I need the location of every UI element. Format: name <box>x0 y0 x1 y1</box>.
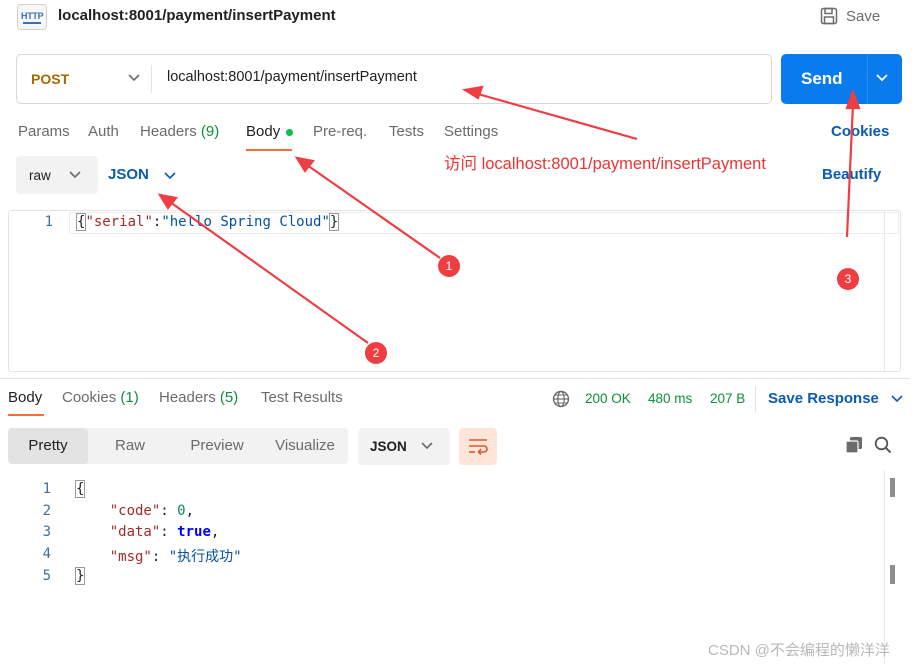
response-tab-cookies[interactable]: Cookies (1) <box>62 389 139 406</box>
response-format-label: JSON <box>370 439 407 454</box>
chevron-down-icon <box>69 171 81 179</box>
save-icon <box>820 7 838 25</box>
code-line: {"serial":"hello Spring Cloud"} <box>75 213 340 231</box>
body-mode-label: raw <box>29 168 51 183</box>
annotation-note: 访问 localhost:8001/payment/insertPayment <box>444 155 766 173</box>
response-view-modes: Pretty Raw Preview Visualize <box>8 428 348 464</box>
request-body-editor[interactable]: 1 {"serial":"hello Spring Cloud"} <box>8 210 901 372</box>
active-tab-underline <box>8 414 44 416</box>
response-tab-body[interactable]: Body <box>8 389 42 406</box>
annotation-badge: 3 <box>837 268 859 290</box>
beautify-link[interactable]: Beautify <box>822 166 881 183</box>
body-modified-dot <box>286 129 293 136</box>
annotation-badge: 1 <box>438 255 460 277</box>
wrap-lines-icon <box>469 439 488 455</box>
save-button[interactable]: Save <box>820 5 880 27</box>
code-line: { <box>74 480 86 498</box>
http-request-icon: HTTP <box>17 4 47 30</box>
send-label: Send <box>801 69 843 88</box>
view-visualize-button[interactable]: Visualize <box>262 428 348 464</box>
line-number: 4 <box>42 546 51 562</box>
wrap-lines-button[interactable] <box>459 428 497 465</box>
response-tab-headers-label: Headers <box>159 389 216 406</box>
cookies-link[interactable]: Cookies <box>831 123 889 140</box>
url-bar: POST localhost:8001/payment/insertPaymen… <box>16 54 772 104</box>
save-label: Save <box>846 7 881 25</box>
view-preview-button[interactable]: Preview <box>172 428 262 464</box>
save-response-button[interactable]: Save Response <box>768 390 903 407</box>
response-body-viewer[interactable]: 1 2 3 4 5 { "code": 0, "data": true, "ms… <box>0 470 884 664</box>
response-tab-cookies-count: (1) <box>120 389 139 406</box>
response-tab-headers[interactable]: Headers (5) <box>159 389 238 406</box>
code-line: "code": 0, <box>109 503 195 519</box>
line-number: 1 <box>42 481 51 497</box>
watermark: CSDN @不会编程的懒洋洋 <box>708 642 890 659</box>
code-line: "data": true, <box>109 524 220 540</box>
editor-scrollbar[interactable] <box>884 211 885 371</box>
line-number: 3 <box>42 524 51 540</box>
response-tab-cookies-label: Cookies <box>62 389 117 406</box>
response-time[interactable]: 480 ms <box>648 391 692 406</box>
send-button[interactable]: Send <box>781 54 902 104</box>
view-pretty-button[interactable]: Pretty <box>8 428 88 464</box>
scrollbar-thumb[interactable] <box>890 565 895 584</box>
chevron-down-icon[interactable] <box>876 73 888 83</box>
save-response-label: Save Response <box>768 390 879 407</box>
chevron-down-icon <box>421 442 433 450</box>
tab-body[interactable]: Body <box>246 123 280 140</box>
tab-headers[interactable]: Headers (9) <box>140 123 219 140</box>
line-number: 2 <box>42 503 51 519</box>
response-tab-headers-count: (5) <box>219 389 239 406</box>
response-size[interactable]: 207 B <box>710 391 745 406</box>
response-format-select[interactable]: JSON <box>358 428 450 465</box>
annotation-badge: 2 <box>365 342 387 364</box>
method-select[interactable]: POST <box>17 55 152 103</box>
chevron-down-icon <box>128 74 140 82</box>
tab-headers-count: (9) <box>200 123 220 140</box>
view-raw-button[interactable]: Raw <box>88 428 172 464</box>
search-icon[interactable] <box>874 436 892 454</box>
active-tab-underline <box>246 149 292 151</box>
tab-params[interactable]: Params <box>18 123 70 140</box>
code-line: } <box>74 567 86 585</box>
request-title: localhost:8001/payment/insertPayment <box>58 7 336 24</box>
status-code[interactable]: 200 OK <box>585 391 631 406</box>
response-scrollbar[interactable] <box>884 470 885 664</box>
body-mode-select[interactable]: raw <box>16 156 98 194</box>
tab-settings[interactable]: Settings <box>444 123 498 140</box>
tab-auth[interactable]: Auth <box>88 123 119 140</box>
tab-prereq[interactable]: Pre-req. <box>313 123 367 140</box>
chevron-down-icon <box>891 395 903 403</box>
line-number: 5 <box>42 568 51 584</box>
pane-divider[interactable] <box>0 378 910 379</box>
scrollbar-thumb[interactable] <box>890 478 895 497</box>
copy-icon[interactable] <box>845 436 863 454</box>
globe-icon[interactable] <box>552 390 570 408</box>
tab-headers-label: Headers <box>140 123 197 140</box>
chevron-down-icon <box>164 172 176 180</box>
response-tab-test-results[interactable]: Test Results <box>261 389 343 406</box>
url-input[interactable]: localhost:8001/payment/insertPayment <box>167 69 417 85</box>
method-label: POST <box>31 71 70 87</box>
line-number: 1 <box>44 214 53 230</box>
body-format-label: JSON <box>108 166 149 183</box>
tab-tests[interactable]: Tests <box>389 123 424 140</box>
code-line: "msg": "执行成功" <box>109 549 242 565</box>
